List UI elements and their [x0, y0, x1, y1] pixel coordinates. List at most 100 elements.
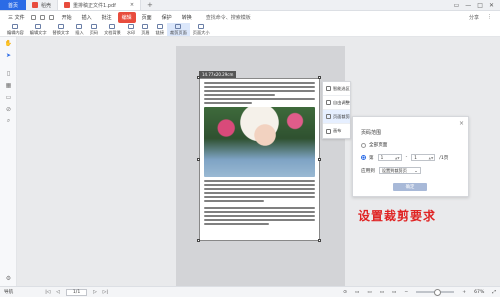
continuous-icon[interactable]: ▭ [380, 290, 384, 295]
left-sidebar: ✋ ➤ ▯ ▦ ▭ ⊘ ⌕ ⚙ [0, 37, 17, 286]
replace-text-button[interactable]: 替换文字 [50, 23, 73, 36]
text-line [204, 82, 315, 84]
fullscreen-icon[interactable]: ⤢ [492, 289, 496, 295]
smart-select-button[interactable]: 智能选区 [323, 82, 350, 96]
edit-text-button[interactable]: 编辑文字 [27, 23, 50, 36]
maximize-icon[interactable]: □ [477, 2, 483, 9]
fit-width-icon[interactable]: ▭ [392, 290, 396, 295]
text-line [204, 219, 315, 221]
page-to-input[interactable]: 1 ▲▼ [411, 154, 436, 161]
page-crop-icon [326, 114, 331, 119]
attachment-icon[interactable]: ⊘ [0, 103, 17, 115]
share-button[interactable]: 分享 [469, 14, 479, 21]
comment-icon[interactable]: ▭ [0, 91, 17, 103]
bookmark-icon[interactable]: ▯ [0, 67, 17, 79]
watermark-button[interactable]: 水印 [124, 23, 138, 36]
select-tool-icon[interactable]: ➤ [0, 49, 17, 61]
crop-handle-right[interactable] [318, 158, 321, 161]
page-number-button[interactable]: 页码 [87, 23, 101, 36]
spinner-arrows-icon[interactable]: ▲▼ [395, 156, 401, 160]
menu-protect[interactable]: 保护 [158, 12, 176, 23]
next-page-icon[interactable]: ▷ [93, 290, 97, 295]
watermark-icon [128, 23, 135, 29]
text-line [204, 102, 252, 104]
menu-convert[interactable]: 转换 [178, 12, 196, 23]
close-window-icon[interactable]: ✕ [489, 2, 494, 9]
zoom-level[interactable]: 67% [474, 290, 484, 295]
spinner-arrows-icon[interactable]: ▲▼ [429, 156, 435, 160]
menu-start[interactable]: 开始 [58, 12, 76, 23]
new-tab-button[interactable]: + [141, 0, 159, 10]
apply-to-select[interactable]: 设置到裁剪页 ⌄ [378, 167, 421, 174]
crop-page-button[interactable]: 裁剪页面 [167, 23, 190, 36]
text-line [204, 211, 315, 213]
close-icon[interactable]: × [459, 120, 464, 127]
folder-icon[interactable] [30, 14, 36, 20]
menu-insert[interactable]: 插入 [78, 12, 96, 23]
menu-edit[interactable]: 编辑 [117, 11, 136, 23]
crop-handle-left[interactable] [197, 158, 200, 161]
tab-daoke[interactable]: 稻壳 [26, 0, 57, 10]
minimize-icon[interactable]: — [465, 2, 471, 9]
first-page-icon[interactable]: |◁ [45, 290, 50, 295]
canvas-button[interactable]: 画布 [323, 124, 350, 138]
page-from-input[interactable]: 1 ▲▼ [377, 154, 402, 161]
zoom-slider[interactable] [416, 289, 455, 296]
single-page-icon[interactable]: ▭ [355, 290, 359, 295]
page-number-field[interactable]: 1/1 [65, 288, 88, 296]
crop-handle-bottom-right[interactable] [318, 239, 321, 242]
all-pages-option[interactable]: 全部页面 [361, 142, 460, 148]
command-search[interactable]: 查找命令、搜索模板 [206, 14, 251, 21]
crop-handle-top-right[interactable] [318, 76, 321, 79]
page-range-option[interactable]: 第 1 ▲▼ - 1 ▲▼ /1页 [361, 154, 460, 161]
tool-label: 插入 [75, 29, 84, 35]
menu-page[interactable]: 页面 [138, 12, 156, 23]
crop-mode-panel: 智能选区 自由调整 页面裁剪 画布 [322, 81, 351, 139]
crop-handle-top-left[interactable] [197, 76, 200, 79]
home-tab[interactable]: 首页 [0, 0, 26, 10]
more-icon[interactable]: ⋮ [487, 14, 492, 21]
print-icon[interactable] [48, 14, 54, 20]
page-crop-button[interactable]: 页面裁剪 [323, 110, 350, 124]
tab-label: 稻壳 [41, 2, 52, 9]
zoom-out-icon[interactable]: − [404, 290, 408, 295]
thumbnail-icon[interactable]: ▦ [0, 79, 17, 91]
last-page-icon[interactable]: ▷| [103, 290, 108, 295]
crop-region[interactable] [199, 78, 320, 241]
apply-to-value: 设置到裁剪页 [381, 167, 407, 173]
tool-label: 编辑内容 [7, 29, 24, 35]
crop-handle-bottom-left[interactable] [197, 239, 200, 242]
navigation-toggle[interactable]: 导航 [4, 289, 13, 295]
insert-button[interactable]: 插入 [72, 23, 86, 36]
search-icon[interactable]: ⌕ [0, 115, 17, 127]
double-page-icon[interactable]: ▭ [367, 290, 371, 295]
page-size-button[interactable]: 页面大小 [190, 23, 213, 36]
menu-annotate[interactable]: 批注 [98, 12, 116, 23]
all-pages-radio[interactable] [361, 142, 366, 148]
zoom-in-icon[interactable]: + [462, 290, 466, 295]
file-menu[interactable]: 三 文件 [4, 12, 29, 23]
confirm-button[interactable]: 确定 [393, 183, 427, 191]
edit-content-button[interactable]: 编辑内容 [4, 23, 27, 36]
read-mode-icon[interactable]: ⊙ [343, 290, 347, 295]
menu-bar: 三 文件 开始 插入 批注 编辑 页面 保护 转换 查找命令、搜索模板 分享 ⋮ [0, 11, 500, 23]
save-icon[interactable] [39, 14, 45, 20]
header-button[interactable]: 页眉 [138, 23, 152, 36]
restore-icon[interactable]: ▭ [454, 2, 460, 9]
hand-tool-icon[interactable]: ✋ [0, 37, 17, 49]
doc-background-button[interactable]: 文档背景 [101, 23, 124, 36]
link-button[interactable]: 链接 [153, 23, 167, 36]
page-range-title: 页码范围 [361, 130, 382, 136]
header-icon [142, 23, 149, 29]
settings-icon[interactable]: ⚙ [0, 272, 17, 284]
page-to-value: 1 [414, 155, 417, 160]
background-icon [109, 23, 116, 29]
side-tool-label: 智能选区 [333, 85, 350, 91]
close-icon[interactable]: × [130, 2, 134, 8]
tab-document[interactable]: 重排稿正文件1.pdf × [57, 0, 142, 10]
canvas-icon [326, 128, 331, 134]
page-range-radio[interactable] [361, 155, 366, 160]
free-adjust-button[interactable]: 自由调整 [323, 96, 350, 110]
prev-page-icon[interactable]: ◁ [56, 290, 60, 295]
status-bar: 导航 |◁ ◁ 1/1 ▷ ▷| ⊙ ▭ ▭ ▭ ▭ − + 67% ⤢ [0, 286, 500, 297]
